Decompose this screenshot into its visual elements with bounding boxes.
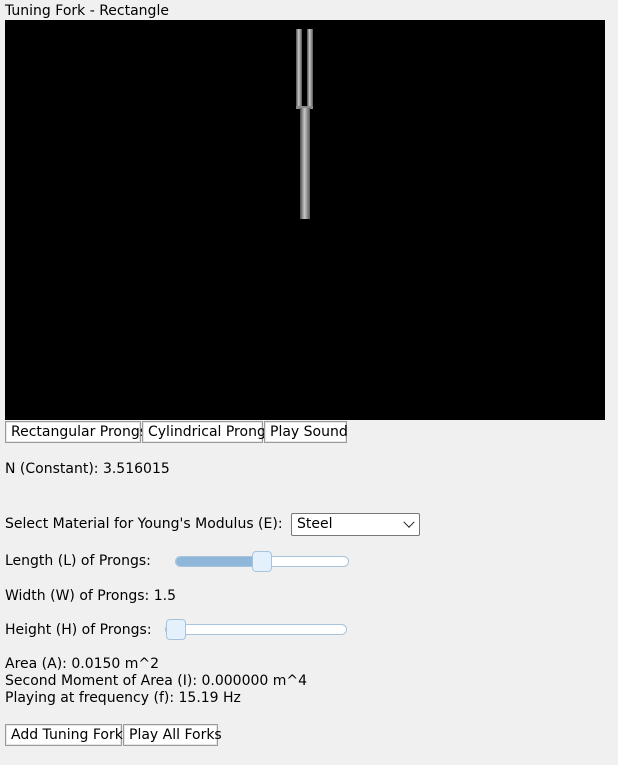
area-text: Area (A): 0.0150 m^2: [5, 656, 160, 672]
height-slider[interactable]: [165, 619, 347, 640]
right-prong: [307, 29, 313, 108]
rectangular-prongs-button[interactable]: Rectangular Prongs: [5, 421, 147, 443]
material-select[interactable]: Steel: [291, 513, 420, 536]
material-label: Select Material for Young's Modulus (E):: [5, 516, 283, 532]
length-label: Length (L) of Prongs:: [5, 553, 151, 569]
material-selected-value: Steel: [297, 516, 333, 532]
tuning-fork-illustration: [296, 29, 313, 219]
page-title: Tuning Fork - Rectangle: [5, 3, 169, 19]
n-constant-text: N (Constant): 3.516015: [5, 461, 170, 477]
play-sound-button[interactable]: Play Sound: [264, 421, 348, 443]
add-tuning-fork-button[interactable]: Add Tuning Fork: [5, 724, 123, 746]
cylindrical-prongs-button[interactable]: Cylindrical Prongs: [142, 421, 273, 443]
length-slider-thumb[interactable]: [252, 551, 272, 572]
length-slider-fill: [176, 557, 262, 566]
play-all-forks-button[interactable]: Play All Forks: [123, 724, 222, 746]
height-slider-thumb[interactable]: [166, 619, 186, 640]
height-label: Height (H) of Prongs:: [5, 622, 152, 638]
frequency-text: Playing at frequency (f): 15.19 Hz: [5, 690, 241, 706]
length-slider[interactable]: [175, 551, 349, 572]
fork-handle: [300, 108, 310, 219]
width-text: Width (W) of Prongs: 1.5: [5, 588, 176, 604]
left-prong: [296, 29, 302, 108]
moment-text: Second Moment of Area (I): 0.000000 m^4: [5, 673, 308, 689]
tuning-fork-canvas[interactable]: [5, 20, 605, 420]
chevron-down-icon: [403, 516, 415, 528]
